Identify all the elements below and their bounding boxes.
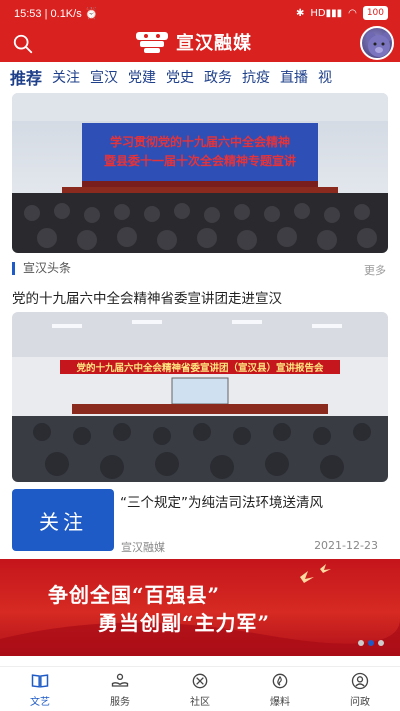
more-link[interactable]: 更多 (364, 262, 386, 278)
image2-banner: 党的十九届六中全会精神省委宣讲团（宣汉县）宣讲报告会 (76, 362, 324, 374)
carousel-dot[interactable] (358, 640, 364, 646)
bluetooth-icon: ✱ (295, 7, 305, 19)
wifi-icon: ◠ (348, 7, 357, 19)
app-logo: 宣汉融媒 (134, 29, 252, 55)
news-source: 宣汉融媒 (121, 541, 165, 554)
tab-recommend[interactable]: 推荐 (0, 65, 47, 89)
tab-government[interactable]: 政务 (199, 67, 237, 87)
nav-item-culture[interactable]: 文艺 (0, 667, 80, 711)
status-bar: 15:53 | 0.1K/s ⏰ ✱ HD▮▮▮ ◠ 100 (0, 0, 400, 28)
nav-label-culture: 文艺 (30, 696, 50, 708)
community-icon (192, 673, 208, 688)
banner-line-1: 争创全国“百强县” (48, 583, 221, 607)
bottom-nav: 文艺 服务 社区 爆料 问政 (0, 666, 400, 711)
carousel-dot-active[interactable] (368, 640, 374, 646)
section-title: 宣汉头条 (12, 262, 71, 275)
tab-xuanhan[interactable]: 宣汉 (85, 67, 123, 87)
tab-follow[interactable]: 关注 (47, 67, 85, 87)
tab-video[interactable]: 视 (313, 67, 337, 87)
tab-live[interactable]: 直播 (275, 67, 313, 87)
avatar[interactable] (360, 26, 394, 60)
logo-mark-icon (136, 32, 168, 53)
nav-item-inquiry[interactable]: 问政 (320, 667, 400, 711)
carousel-dot[interactable] (378, 640, 384, 646)
headline-2[interactable]: “三个规定”为纯洁司法环境送清风 (120, 491, 323, 511)
nav-item-community[interactable]: 社区 (160, 667, 240, 711)
dove-icon (320, 564, 331, 573)
headline-1[interactable]: 党的十九届六中全会精神省委宣讲团走进宣汉 (12, 287, 282, 307)
service-hand-icon (111, 673, 129, 687)
promo-banner[interactable]: 争创全国“百强县” 勇当创副“主力军” (0, 559, 400, 656)
battery-icon: 100 (362, 6, 388, 20)
follow-button[interactable]: 关注 (12, 489, 114, 551)
dove-icon (300, 571, 314, 583)
teddy-bear-icon (366, 32, 392, 57)
tab-party-building[interactable]: 党建 (123, 67, 161, 87)
image1-banner-line2: 暨县委十一届十次全会精神专题宣讲 (104, 153, 296, 168)
app-header: 15:53 | 0.1K/s ⏰ ✱ HD▮▮▮ ◠ 100 宣汉融媒 (0, 0, 400, 62)
nav-item-service[interactable]: 服务 (80, 667, 160, 711)
status-icons: ✱ HD▮▮▮ ◠ 100 (296, 6, 388, 20)
fire-icon (272, 673, 288, 688)
signal-icon: HD▮▮▮ (310, 7, 343, 19)
status-time: 15:53 | 0.1K/s ⏰ (14, 8, 99, 20)
conference-photo: 学习贯彻党的十九届六中全会精神 暨县委十一届十次全会精神专题宣讲 (12, 93, 388, 253)
app-name: 宣汉融媒 (176, 33, 252, 54)
tab-epidemic[interactable]: 抗疫 (237, 67, 275, 87)
image1-banner-line1: 学习贯彻党的十九届六中全会精神 (110, 134, 290, 149)
nav-label-report: 爆料 (270, 696, 290, 708)
category-tabs: 推荐 关注 宣汉 党建 党史 政务 抗疫 直播 视 (0, 62, 400, 92)
news-image-lecture[interactable]: 党的十九届六中全会精神省委宣讲团（宣汉县）宣讲报告会 (12, 312, 388, 482)
person-icon (351, 672, 369, 689)
lecture-photo: 党的十九届六中全会精神省委宣讲团（宣汉县）宣讲报告会 (12, 312, 388, 482)
nav-label-service: 服务 (110, 696, 130, 708)
carousel-dots (358, 640, 384, 646)
search-icon[interactable] (12, 33, 34, 55)
banner-line-2: 勇当创副“主力军” (98, 611, 271, 635)
nav-label-inquiry: 问政 (350, 696, 370, 708)
nav-label-community: 社区 (190, 696, 210, 708)
news-image-conference[interactable]: 学习贯彻党的十九届六中全会精神 暨县委十一届十次全会精神专题宣讲 (12, 93, 388, 253)
book-icon (31, 673, 49, 688)
nav-item-report[interactable]: 爆料 (240, 667, 320, 711)
tab-party-history[interactable]: 党史 (161, 67, 199, 87)
news-date: 2021-12-23 (314, 539, 378, 552)
